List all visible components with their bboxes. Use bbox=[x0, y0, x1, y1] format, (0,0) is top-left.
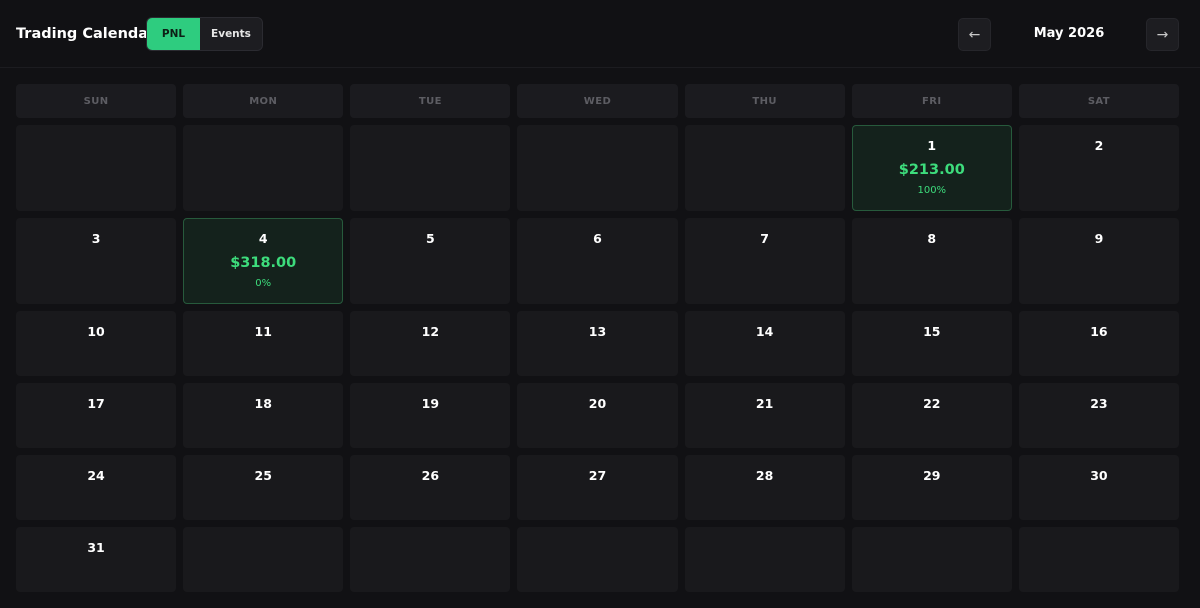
calendar-header: Trading Calendar PNL Events ← May 2026 → bbox=[0, 0, 1200, 68]
weekday-header-sat: SAT bbox=[1018, 84, 1179, 118]
weekday-header-sun: SUN bbox=[16, 84, 177, 118]
day-cell-12[interactable]: 12 bbox=[350, 311, 511, 376]
empty-day-cell bbox=[350, 527, 511, 592]
day-number: 16 bbox=[1090, 324, 1108, 339]
day-win-rate: 0% bbox=[255, 278, 272, 289]
current-month: May 2026 bbox=[1033, 26, 1105, 41]
empty-day-cell bbox=[183, 527, 344, 592]
day-cell-27[interactable]: 27 bbox=[517, 455, 678, 520]
day-number: 27 bbox=[588, 468, 607, 483]
arrow-left-icon: ← bbox=[968, 26, 981, 43]
day-number: 12 bbox=[421, 324, 440, 339]
day-number: 9 bbox=[1094, 231, 1104, 246]
pnl-toggle-button[interactable]: PNL bbox=[147, 18, 200, 50]
day-cell-23[interactable]: 23 bbox=[1018, 383, 1179, 448]
day-cell-3[interactable]: 3 bbox=[16, 218, 177, 304]
weekday-header-fri: FRI bbox=[851, 84, 1012, 118]
day-number: 3 bbox=[91, 231, 101, 246]
day-number: 26 bbox=[421, 468, 440, 483]
day-cell-29[interactable]: 29 bbox=[851, 455, 1012, 520]
day-number: 18 bbox=[254, 396, 272, 411]
day-cell-17[interactable]: 17 bbox=[16, 383, 177, 448]
calendar-grid: SUN MON TUE WED THU FRI SAT 1 $213.00 100% 2 3 4 $318… bbox=[16, 84, 1179, 592]
next-month-button[interactable]: → bbox=[1146, 18, 1179, 51]
day-cell-11[interactable]: 11 bbox=[183, 311, 344, 376]
day-number: 19 bbox=[421, 396, 440, 411]
empty-day-cell bbox=[684, 527, 845, 592]
day-number: 2 bbox=[1094, 138, 1104, 153]
day-pnl-amount: $213.00 bbox=[898, 162, 965, 178]
weekday-header-thu: THU bbox=[684, 84, 845, 118]
empty-day-cell bbox=[183, 125, 344, 211]
empty-day-cell bbox=[1018, 527, 1179, 592]
day-cell-6[interactable]: 6 bbox=[517, 218, 678, 304]
day-number: 22 bbox=[923, 396, 941, 411]
empty-day-cell bbox=[517, 125, 678, 211]
day-number: 11 bbox=[254, 324, 272, 339]
day-number: 23 bbox=[1090, 396, 1108, 411]
day-cell-5[interactable]: 5 bbox=[350, 218, 511, 304]
day-win-rate: 100% bbox=[917, 185, 947, 196]
events-toggle-button[interactable]: Events bbox=[200, 18, 262, 50]
day-number: 7 bbox=[760, 231, 769, 246]
day-number: 15 bbox=[923, 324, 941, 339]
prev-month-button[interactable]: ← bbox=[958, 18, 991, 51]
day-cell-15[interactable]: 15 bbox=[851, 311, 1012, 376]
day-cell-2[interactable]: 2 bbox=[1018, 125, 1179, 211]
day-cell-16[interactable]: 16 bbox=[1018, 311, 1179, 376]
day-cell-20[interactable]: 20 bbox=[517, 383, 678, 448]
day-number: 1 bbox=[927, 138, 937, 153]
day-cell-24[interactable]: 24 bbox=[16, 455, 177, 520]
day-number: 28 bbox=[755, 468, 774, 483]
day-pnl-amount: $318.00 bbox=[230, 255, 297, 271]
empty-day-cell bbox=[16, 125, 177, 211]
day-cell-28[interactable]: 28 bbox=[684, 455, 845, 520]
day-number: 4 bbox=[258, 231, 268, 246]
day-number: 8 bbox=[927, 231, 937, 246]
day-cell-4[interactable]: 4 $318.00 0% bbox=[183, 218, 344, 304]
day-number: 30 bbox=[1090, 468, 1108, 483]
day-cell-14[interactable]: 14 bbox=[684, 311, 845, 376]
day-number: 5 bbox=[426, 231, 435, 246]
day-number: 17 bbox=[87, 396, 105, 411]
arrow-right-icon: → bbox=[1156, 26, 1169, 43]
view-toggle: PNL Events bbox=[146, 17, 263, 51]
day-number: 29 bbox=[923, 468, 941, 483]
day-cell-31[interactable]: 31 bbox=[16, 527, 177, 592]
day-cell-30[interactable]: 30 bbox=[1018, 455, 1179, 520]
day-number: 13 bbox=[588, 324, 607, 339]
day-number: 25 bbox=[254, 468, 272, 483]
day-number: 10 bbox=[87, 324, 105, 339]
day-cell-7[interactable]: 7 bbox=[684, 218, 845, 304]
page-title: Trading Calendar bbox=[16, 26, 156, 42]
day-cell-25[interactable]: 25 bbox=[183, 455, 344, 520]
day-number: 24 bbox=[87, 468, 105, 483]
day-cell-18[interactable]: 18 bbox=[183, 383, 344, 448]
day-number: 31 bbox=[87, 540, 105, 555]
day-cell-9[interactable]: 9 bbox=[1018, 218, 1179, 304]
day-cell-1[interactable]: 1 $213.00 100% bbox=[851, 125, 1012, 211]
day-number: 6 bbox=[593, 231, 602, 246]
weekday-header-wed: WED bbox=[517, 84, 678, 118]
weekday-header-tue: TUE bbox=[350, 84, 511, 118]
day-cell-26[interactable]: 26 bbox=[350, 455, 511, 520]
day-cell-22[interactable]: 22 bbox=[851, 383, 1012, 448]
day-cell-19[interactable]: 19 bbox=[350, 383, 511, 448]
day-cell-13[interactable]: 13 bbox=[517, 311, 678, 376]
empty-day-cell bbox=[684, 125, 845, 211]
weekday-header-mon: MON bbox=[183, 84, 344, 118]
empty-day-cell bbox=[350, 125, 511, 211]
day-cell-10[interactable]: 10 bbox=[16, 311, 177, 376]
empty-day-cell bbox=[517, 527, 678, 592]
day-number: 14 bbox=[755, 324, 774, 339]
empty-day-cell bbox=[851, 527, 1012, 592]
day-cell-21[interactable]: 21 bbox=[684, 383, 845, 448]
day-cell-8[interactable]: 8 bbox=[851, 218, 1012, 304]
day-number: 21 bbox=[755, 396, 774, 411]
day-number: 20 bbox=[588, 396, 607, 411]
